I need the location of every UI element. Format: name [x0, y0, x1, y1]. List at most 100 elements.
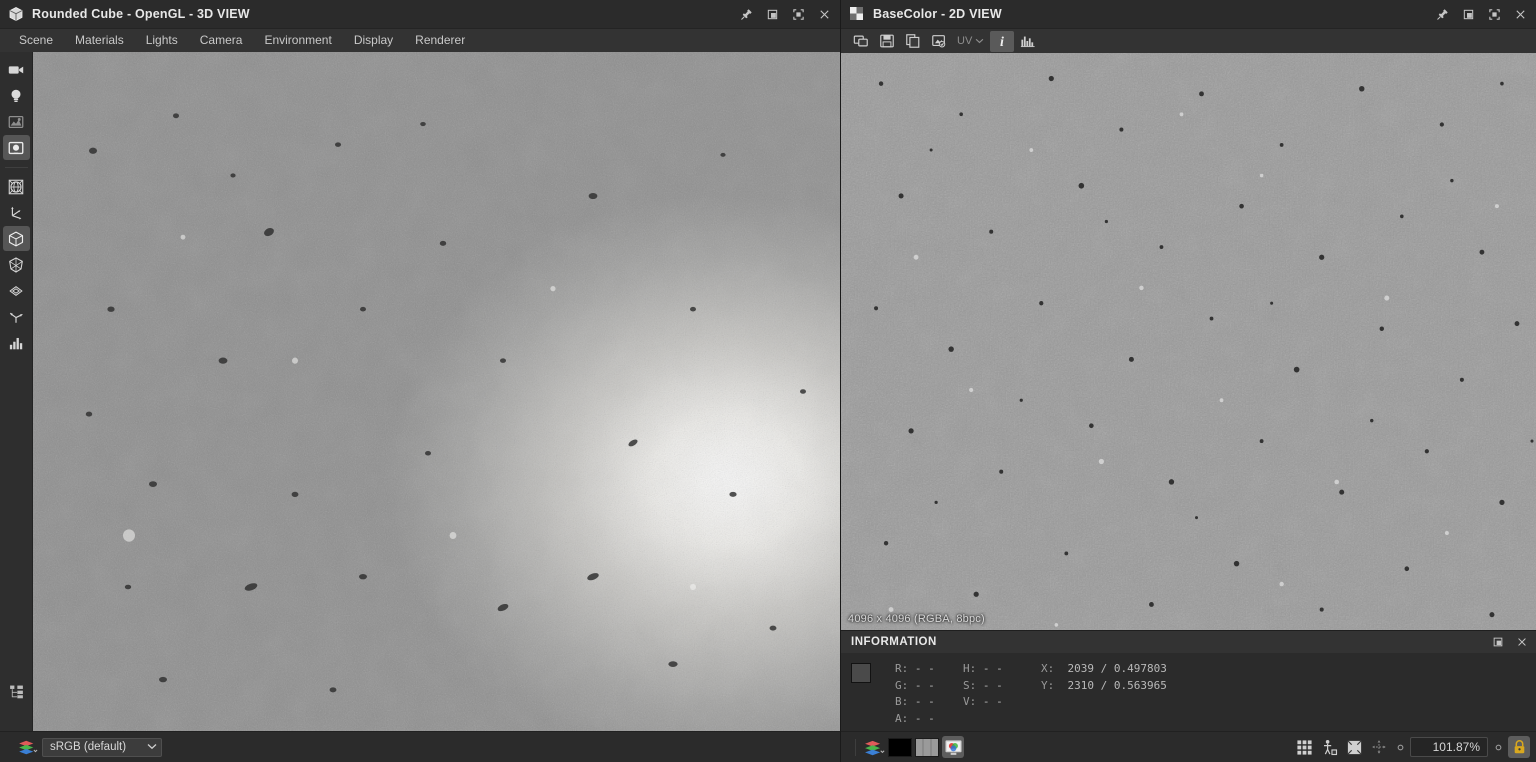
histogram-bars-icon	[1020, 34, 1036, 48]
zoom-level-input[interactable]: 101.87%	[1410, 737, 1488, 757]
layers-color-icon[interactable]	[18, 739, 38, 755]
fit-image-icon	[1346, 739, 1363, 756]
background-pattern-swatch[interactable]	[915, 738, 939, 757]
label-r: R:	[895, 662, 908, 675]
menu-scene[interactable]: Scene	[8, 29, 64, 52]
tool-hierarchy[interactable]	[3, 679, 30, 704]
tool-material[interactable]	[3, 135, 30, 160]
colorspace-dropdown[interactable]: sRGB (default)	[42, 738, 162, 757]
info-toggle-button[interactable]: i	[990, 31, 1014, 52]
histogram-icon	[7, 334, 25, 352]
cube-icon	[8, 6, 24, 22]
tool-histogram[interactable]	[3, 330, 30, 355]
cube-shape-icon	[7, 230, 25, 248]
menu-materials[interactable]: Materials	[64, 29, 135, 52]
value-b: - -	[915, 695, 935, 708]
save-button[interactable]	[875, 31, 899, 52]
zoom-increase-button[interactable]	[1491, 737, 1505, 757]
statusbar-2d-view: 101.87%	[841, 731, 1536, 762]
tool-plane-facet[interactable]	[3, 278, 30, 303]
tool-sphere-grid[interactable]	[3, 174, 30, 199]
viewport-3d-render[interactable]	[33, 52, 840, 731]
maximize-button-3d[interactable]	[786, 3, 810, 25]
layers-color-button[interactable]	[863, 736, 885, 758]
information-title: INFORMATION	[851, 636, 937, 648]
value-g: - -	[915, 679, 935, 692]
float-button-2d[interactable]	[1456, 3, 1480, 25]
uv-label: UV	[957, 35, 972, 47]
readout-row-b: B: - -	[895, 694, 963, 711]
new-view-icon	[853, 33, 869, 49]
information-close-button[interactable]	[1510, 631, 1534, 653]
menu-environment[interactable]: Environment	[253, 29, 342, 52]
floppy-save-icon	[879, 33, 895, 49]
label-a: A:	[895, 712, 908, 725]
chevron-down-icon	[975, 35, 984, 47]
value-a: - -	[915, 712, 935, 725]
viewport-2d-texture[interactable]: 4096 x 4096 (RGBA, 8bpc)	[841, 53, 1536, 630]
svg-text:i: i	[1000, 35, 1004, 49]
value-h: - -	[983, 662, 1003, 675]
label-b: B:	[895, 695, 908, 708]
tool-cube-shape[interactable]	[3, 226, 30, 251]
information-header: INFORMATION	[841, 631, 1536, 653]
readout-row-g: G: - -	[895, 678, 963, 695]
coords-column: X: 2039 / 0.497803 Y: 2310 / 0.563965	[1041, 661, 1167, 725]
menu-lights[interactable]: Lights	[135, 29, 189, 52]
information-readout: R: - - G: - - B: - - A: - - H: - - S: - …	[895, 661, 1167, 725]
tool-lights[interactable]	[3, 83, 30, 108]
picked-color-swatch	[851, 663, 871, 683]
new-view-button[interactable]	[849, 31, 873, 52]
close-icon	[1516, 636, 1528, 648]
close-icon	[818, 8, 831, 21]
resize-handles-button[interactable]	[1368, 736, 1390, 758]
maximize-button-2d[interactable]	[1482, 3, 1506, 25]
menu-renderer[interactable]: Renderer	[404, 29, 476, 52]
viewport-area-3d	[0, 52, 840, 731]
statusbar-divider	[855, 739, 856, 756]
human-scale-icon	[1321, 739, 1338, 756]
close-button-3d[interactable]	[812, 3, 836, 25]
zoom-decrease-button[interactable]	[1393, 737, 1407, 757]
toolbar-2d-view: UV i	[841, 29, 1536, 53]
tool-wireframe-cube[interactable]	[3, 252, 30, 277]
tool-environment[interactable]	[3, 109, 30, 134]
grid-tiling-icon	[1296, 739, 1313, 756]
close-icon	[1514, 8, 1527, 21]
application-window: Rounded Cube - OpenGL - 3D VIEW	[0, 0, 1536, 762]
histogram-button[interactable]	[1016, 31, 1040, 52]
checker-square-icon	[849, 6, 865, 22]
tool-normals[interactable]	[3, 304, 30, 329]
pin-button-3d[interactable]	[734, 3, 758, 25]
panel-2d-view: BaseColor - 2D VIEW	[840, 0, 1536, 762]
float-window-icon	[1492, 636, 1504, 648]
tiling-grid-button[interactable]	[1293, 736, 1315, 758]
export-button[interactable]	[927, 31, 951, 52]
tool-axis-gizmo[interactable]	[3, 200, 30, 225]
information-dock: INFORMATION R: -	[841, 630, 1536, 731]
info-i-icon: i	[995, 33, 1009, 49]
wireframe-cube-icon	[7, 256, 25, 274]
value-y: 2310 / 0.563965	[1068, 679, 1167, 692]
zoom-lock-button[interactable]	[1508, 736, 1530, 758]
menu-camera[interactable]: Camera	[189, 29, 254, 52]
close-button-2d[interactable]	[1508, 3, 1532, 25]
pin-button-2d[interactable]	[1430, 3, 1454, 25]
camera-icon	[7, 61, 25, 79]
uv-dropdown[interactable]: UV	[953, 31, 988, 52]
title-2d-view: BaseColor - 2D VIEW	[873, 7, 1002, 21]
background-color-black-swatch[interactable]	[888, 738, 912, 757]
readout-row-a: A: - -	[895, 711, 963, 728]
pin-icon	[740, 8, 753, 21]
information-float-button[interactable]	[1486, 631, 1510, 653]
copy-button[interactable]	[901, 31, 925, 52]
resize-handles-icon	[1371, 739, 1387, 755]
float-button-3d[interactable]	[760, 3, 784, 25]
fit-image-button[interactable]	[1343, 736, 1365, 758]
statusbar-3d-view: sRGB (default)	[0, 731, 840, 762]
rgb-channel-button[interactable]	[942, 736, 964, 758]
menu-display[interactable]: Display	[343, 29, 404, 52]
tool-camera[interactable]	[3, 57, 30, 82]
scale-reference-button[interactable]	[1318, 736, 1340, 758]
axis-gizmo-icon	[7, 204, 25, 222]
